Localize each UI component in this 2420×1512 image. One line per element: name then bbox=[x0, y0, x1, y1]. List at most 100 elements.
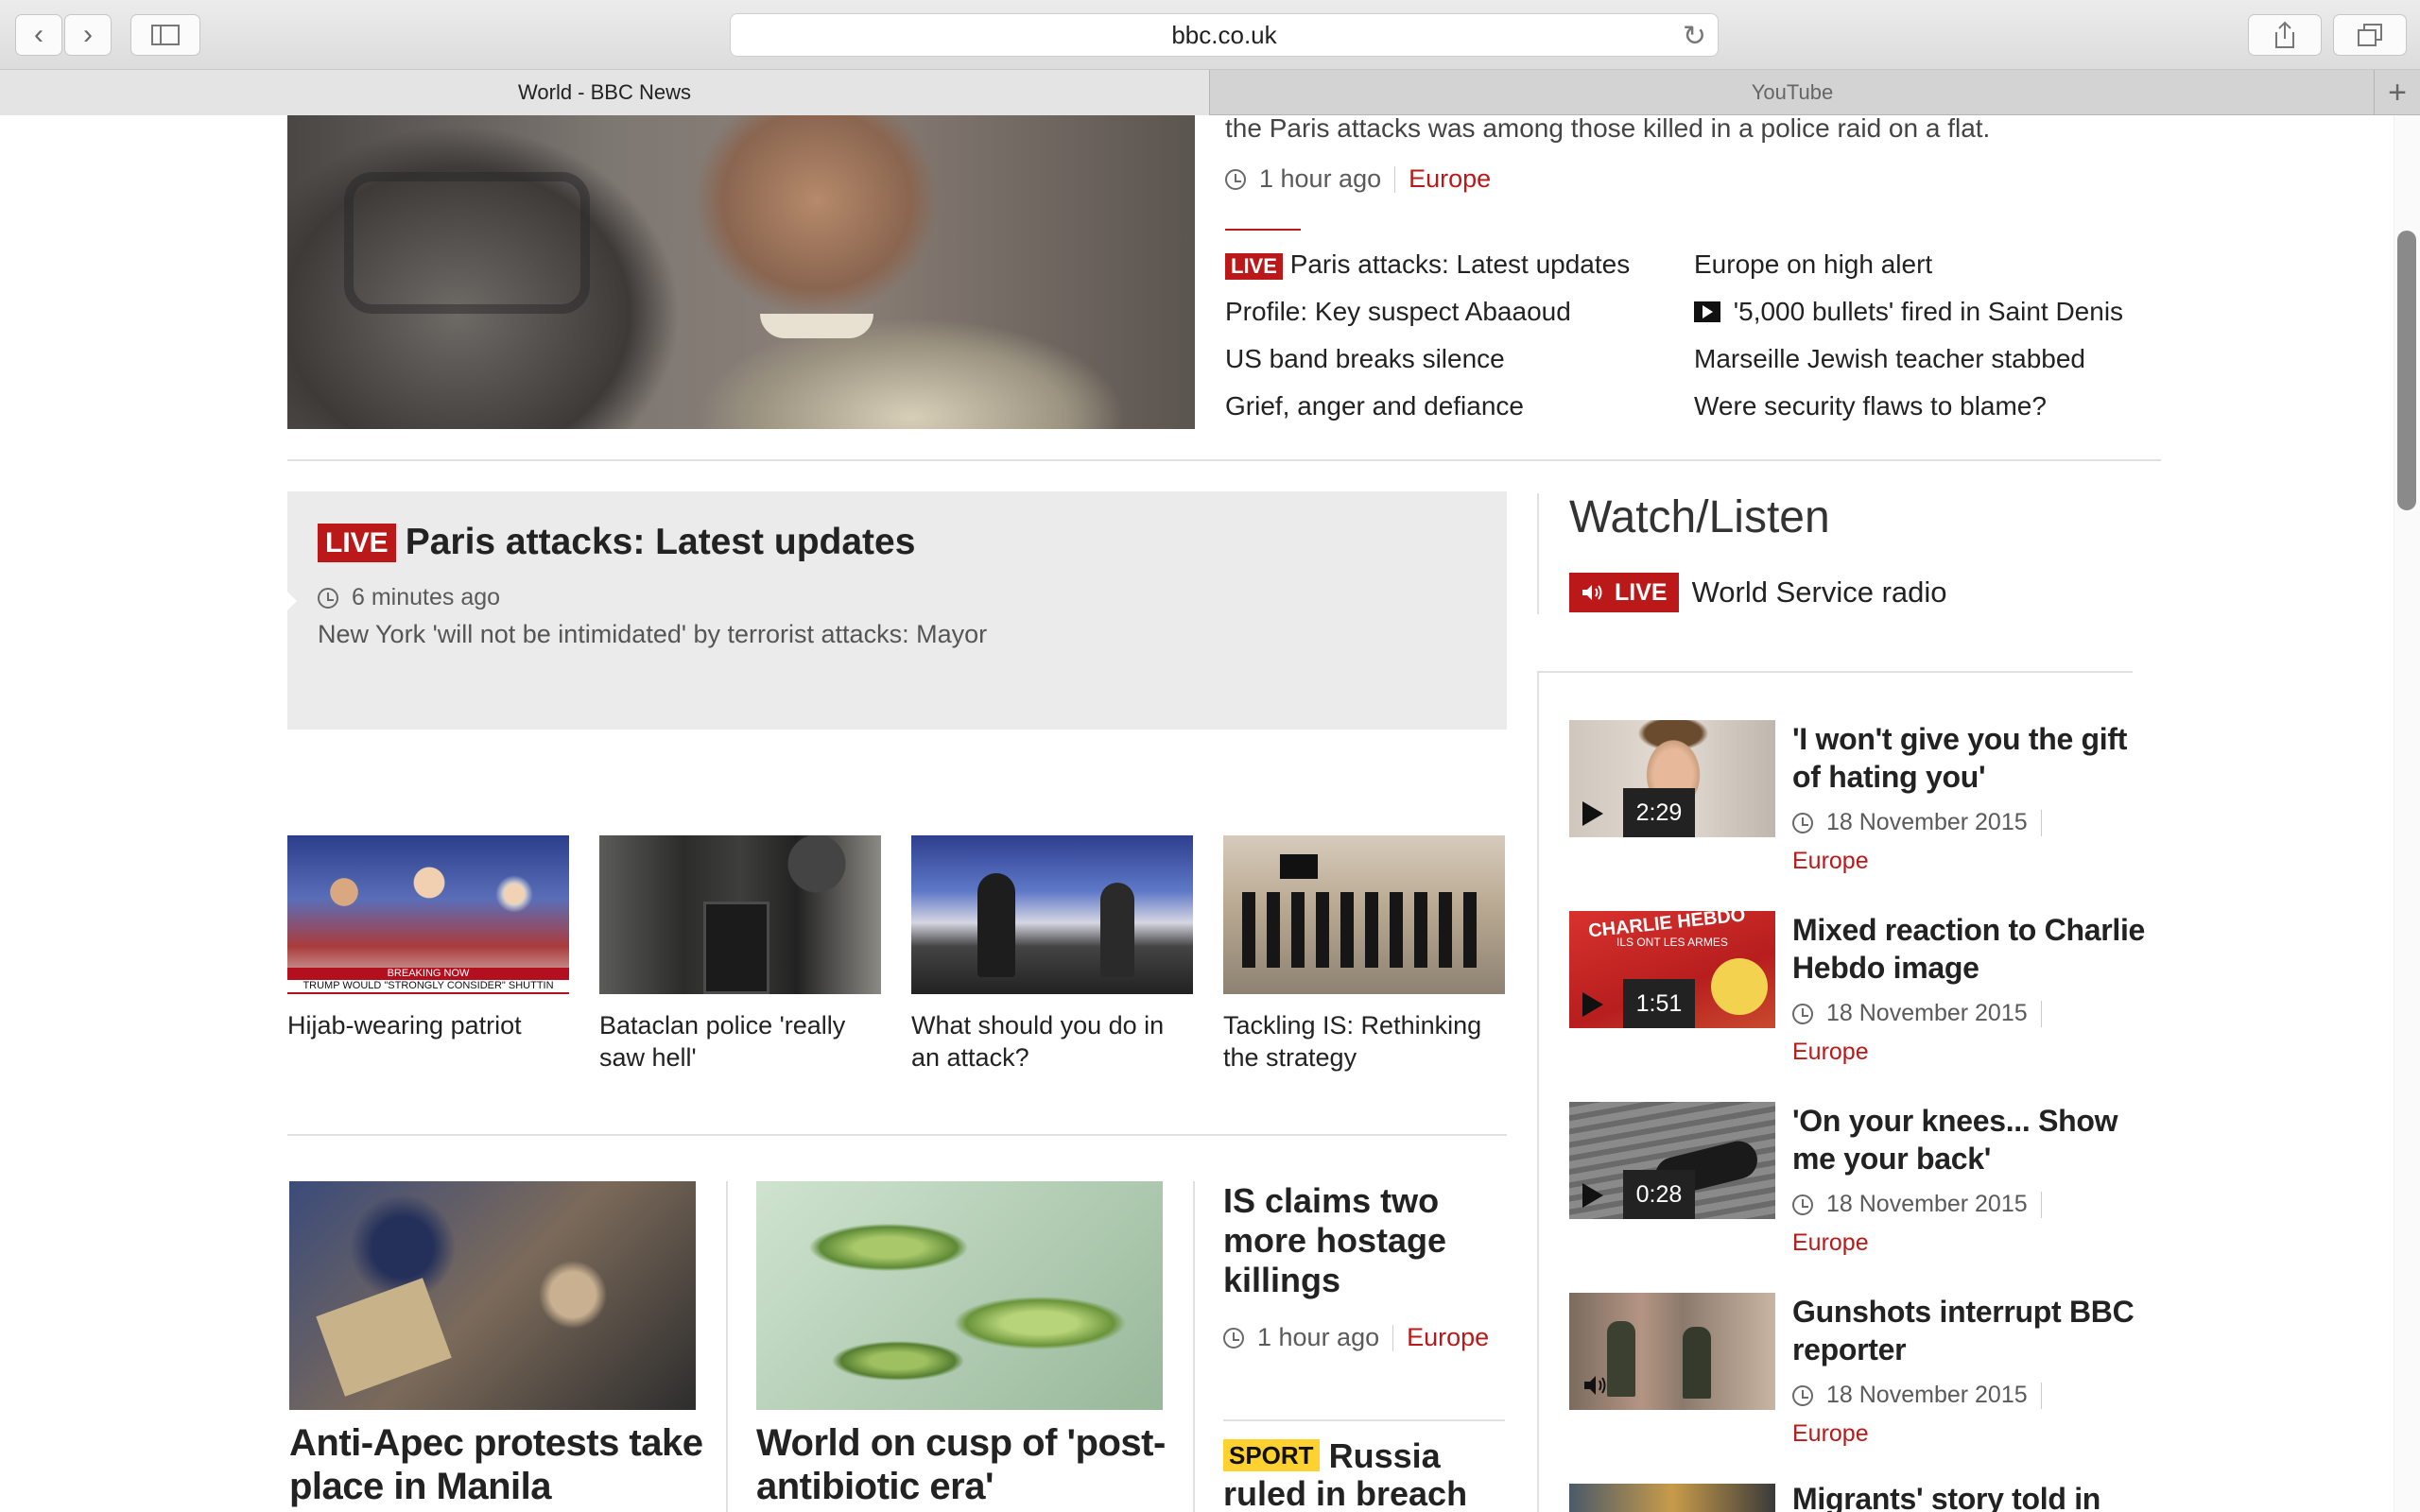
watch-listen-heading: Watch/Listen bbox=[1569, 492, 1830, 542]
side-story-time: 1 hour ago bbox=[1257, 1323, 1380, 1351]
related-link-paris-live[interactable]: LIVE Paris attacks: Latest updates bbox=[1225, 249, 1631, 281]
video-headline[interactable]: 'On your knees... Show me your back' bbox=[1792, 1102, 2152, 1177]
side-story-meta: 1 hour ago Europe bbox=[1223, 1323, 1489, 1352]
flag-shape bbox=[1280, 854, 1318, 879]
new-tab-button[interactable]: + bbox=[2374, 70, 2420, 115]
thumb-tackling-is[interactable] bbox=[1223, 835, 1505, 994]
live-badge: LIVE bbox=[1225, 253, 1283, 281]
story-headline-antibiotic[interactable]: World on cusp of 'post-antibiotic era' bbox=[756, 1421, 1172, 1508]
back-button[interactable]: ‹ bbox=[15, 14, 62, 56]
marching-figures bbox=[1242, 892, 1488, 968]
video-duration: 0:28 bbox=[1623, 1170, 1695, 1219]
video-headline[interactable]: Gunshots interrupt BBC reporter bbox=[1792, 1293, 2152, 1368]
share-icon bbox=[2275, 21, 2294, 48]
tv-news-banner: BREAKING NOW TRUMP WOULD "STRONGLY CONSI… bbox=[287, 968, 569, 994]
video-headline[interactable]: Mixed reaction to Charlie Hebdo image bbox=[1792, 911, 2152, 987]
related-link-security[interactable]: Were security flaws to blame? bbox=[1694, 391, 2047, 421]
video-thumb[interactable]: 0:28 bbox=[1569, 1102, 1775, 1219]
thumb-hijab-patriot[interactable]: BREAKING NOW TRUMP WOULD "STRONGLY CONSI… bbox=[287, 835, 569, 994]
radio-label: World Service radio bbox=[1691, 576, 1947, 609]
forward-button[interactable]: › bbox=[64, 14, 112, 56]
lead-summary: the Paris attacks was among those killed… bbox=[1225, 113, 1991, 143]
video-meta: 18 November 2015 bbox=[1792, 1191, 2055, 1218]
speaker-icon bbox=[1582, 585, 1602, 600]
tab-overview-button[interactable] bbox=[2333, 14, 2407, 56]
play-icon bbox=[1582, 1183, 1603, 1208]
related-link-grief[interactable]: Grief, anger and defiance bbox=[1225, 391, 1524, 421]
video-category-link[interactable]: Europe bbox=[1792, 1229, 1869, 1257]
video-headline[interactable]: 'I won't give you the gift of hating you… bbox=[1792, 720, 2152, 796]
live-card-meta: 6 minutes ago bbox=[318, 584, 500, 611]
lead-meta: 1 hour ago Europe bbox=[1225, 164, 1491, 194]
live-card-time: 6 minutes ago bbox=[352, 584, 501, 610]
chevron-left-icon: ‹ bbox=[34, 19, 43, 50]
thumb-caption[interactable]: Bataclan police 'really saw hell' bbox=[599, 1009, 883, 1074]
clock-icon bbox=[1792, 812, 1813, 833]
sidebar-button[interactable] bbox=[130, 14, 200, 56]
live-card-summary: New York 'will not be intimidated' by te… bbox=[318, 620, 988, 648]
person-silhouette bbox=[1607, 1321, 1635, 1397]
tab-world-bbc-news[interactable]: World - BBC News bbox=[0, 70, 1210, 115]
side-story-category-link[interactable]: Europe bbox=[1407, 1323, 1489, 1352]
related-link-marseille[interactable]: Marseille Jewish teacher stabbed bbox=[1694, 344, 2085, 374]
scrollbar-thumb[interactable] bbox=[2397, 231, 2416, 510]
tab-youtube[interactable]: YouTube bbox=[1211, 70, 2374, 115]
story-image-bacteria[interactable] bbox=[756, 1181, 1163, 1410]
divider bbox=[1392, 1324, 1394, 1351]
lead-story-image[interactable] bbox=[287, 115, 1195, 429]
divider bbox=[2040, 1191, 2042, 1218]
sport-story-headline-block[interactable]: SPORT Russia ruled in breach of bbox=[1223, 1436, 1507, 1512]
live-card-title[interactable]: Paris attacks: Latest updates bbox=[406, 522, 916, 563]
story-image-manila-protest[interactable] bbox=[289, 1181, 696, 1410]
column-divider bbox=[1537, 673, 1539, 1512]
video-duration: 2:29 bbox=[1623, 788, 1695, 837]
clock-icon bbox=[1792, 1384, 1813, 1406]
lead-category-link[interactable]: Europe bbox=[1409, 164, 1491, 194]
video-thumb[interactable] bbox=[1569, 1484, 1775, 1512]
live-card-header: LIVE Paris attacks: Latest updates bbox=[318, 522, 915, 563]
related-link-us-band[interactable]: US band breaks silence bbox=[1225, 344, 1505, 374]
person-silhouette bbox=[977, 873, 1015, 977]
side-story-headline[interactable]: IS claims two more hostage killings bbox=[1223, 1181, 1507, 1300]
clock-icon bbox=[1792, 1003, 1813, 1024]
sidebar-icon bbox=[151, 25, 180, 45]
live-badge: LIVE bbox=[318, 523, 396, 562]
video-icon bbox=[1694, 301, 1720, 322]
related-link-profile[interactable]: Profile: Key suspect Abaaoud bbox=[1225, 297, 1571, 327]
video-thumb[interactable]: 2:29 bbox=[1569, 720, 1775, 837]
world-service-radio-link[interactable]: LIVE World Service radio bbox=[1569, 573, 1947, 612]
video-meta: 18 November 2015 bbox=[1792, 1000, 2055, 1027]
clock-icon bbox=[1223, 1327, 1244, 1349]
video-category-link[interactable]: Europe bbox=[1792, 848, 1869, 875]
reload-icon[interactable]: ↻ bbox=[1683, 20, 1706, 53]
story-headline-manila[interactable]: Anti-Apec protests take place in Manila bbox=[289, 1421, 705, 1508]
video-category-link[interactable]: Europe bbox=[1792, 1420, 1869, 1448]
related-link-label: Paris attacks: Latest updates bbox=[1289, 249, 1631, 279]
related-link-bullets[interactable]: '5,000 bullets' fired in Saint Denis bbox=[1694, 297, 2123, 327]
thumb-caption[interactable]: What should you do in an attack? bbox=[911, 1009, 1195, 1074]
tabs-icon bbox=[2358, 24, 2382, 46]
related-link-europe-alert[interactable]: Europe on high alert bbox=[1694, 249, 1932, 280]
cartoon-shape bbox=[1711, 958, 1768, 1015]
video-meta: 18 November 2015 bbox=[1792, 1382, 2055, 1409]
video-thumb[interactable] bbox=[1569, 1293, 1775, 1410]
column-divider bbox=[1537, 493, 1539, 614]
address-bar[interactable]: bbc.co.uk ↻ bbox=[730, 13, 1719, 57]
thumb-attack-advice[interactable] bbox=[911, 835, 1193, 994]
live-updates-card[interactable]: LIVE Paris attacks: Latest updates 6 min… bbox=[285, 491, 1507, 730]
browser-toolbar: ‹ › bbc.co.uk ↻ bbox=[0, 0, 2420, 70]
column-divider bbox=[726, 1181, 728, 1512]
thumb-caption[interactable]: Tackling IS: Rethinking the strategy bbox=[1223, 1009, 1507, 1074]
riot-shield-shape bbox=[703, 902, 769, 994]
divider bbox=[2040, 1382, 2042, 1409]
tab-label: YouTube bbox=[1751, 80, 1834, 104]
video-headline[interactable]: Migrants' story told in bbox=[1792, 1480, 2152, 1512]
play-icon bbox=[1582, 992, 1603, 1017]
person-silhouette bbox=[1683, 1327, 1711, 1399]
sport-badge: SPORT bbox=[1223, 1439, 1320, 1471]
thumb-bataclan-police[interactable] bbox=[599, 835, 881, 994]
video-category-link[interactable]: Europe bbox=[1792, 1039, 1869, 1066]
thumb-caption[interactable]: Hijab-wearing patriot bbox=[287, 1009, 571, 1041]
share-button[interactable] bbox=[2248, 14, 2322, 56]
video-thumb[interactable]: CHARLIE HEBDO ILS ONT LES ARMES 1:51 bbox=[1569, 911, 1775, 1028]
